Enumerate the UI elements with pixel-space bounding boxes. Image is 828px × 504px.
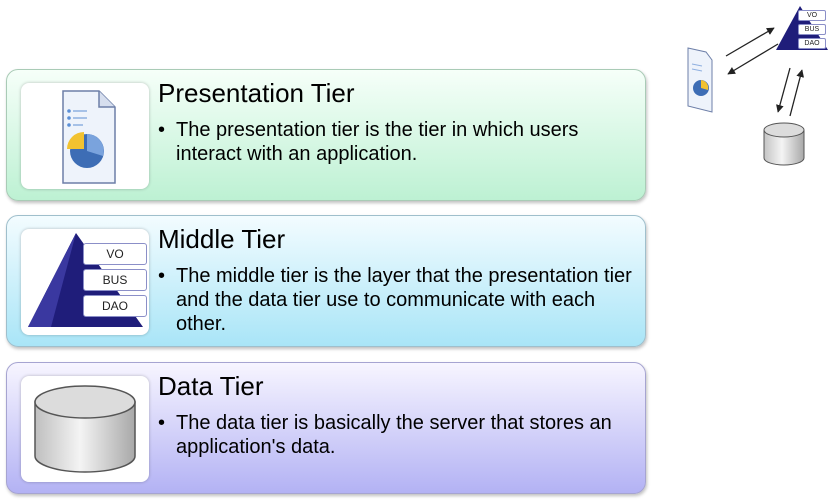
stack-label-dao: DAO (83, 295, 147, 317)
bullet-marker: • (158, 412, 166, 434)
mini-document-icon (687, 47, 713, 113)
middle-tier-description: The middle tier is the layer that the pr… (176, 265, 632, 335)
arrow-to-middle (725, 27, 775, 57)
mini-label-vo: VO (798, 10, 826, 21)
data-tier-box: Data Tier • The data tier is basically t… (6, 362, 646, 494)
presentation-tier-box: Presentation Tier • The presentation tie… (6, 69, 646, 201)
stack-label-bus: BUS (83, 269, 147, 291)
middle-tier-bullet: • The middle tier is the layer that the … (158, 264, 643, 336)
middle-tier-box: VO BUS DAO Middle Tier • The middle tier… (6, 215, 646, 347)
data-tier-title: Data Tier (158, 371, 264, 401)
arrow-to-middle-from-data (789, 69, 805, 117)
arrow-to-presentation (727, 43, 779, 75)
mini-database-icon (763, 122, 805, 166)
stack-label-vo: VO (83, 243, 147, 265)
bullet-marker: • (158, 119, 166, 141)
mini-label-bus: BUS (798, 24, 826, 35)
presentation-tier-title: Presentation Tier (158, 78, 355, 108)
presentation-tier-description: The presentation tier is the tier in whi… (176, 119, 579, 165)
data-tier-description: The data tier is basically the server th… (176, 412, 612, 458)
presentation-tier-bullet: • The presentation tier is the tier in w… (158, 118, 643, 166)
bullet-marker: • (158, 265, 166, 287)
arrow-to-data (776, 67, 791, 113)
data-tier-bullet: • The data tier is basically the server … (158, 411, 643, 459)
database-cylinder-icon (21, 376, 149, 482)
middle-tier-title: Middle Tier (158, 224, 286, 254)
mini-label-dao: DAO (798, 38, 826, 49)
pyramid-stack-icon: VO BUS DAO (21, 229, 149, 335)
mini-architecture-diagram: VO BUS DAO (680, 0, 828, 190)
document-chart-icon (21, 83, 149, 189)
